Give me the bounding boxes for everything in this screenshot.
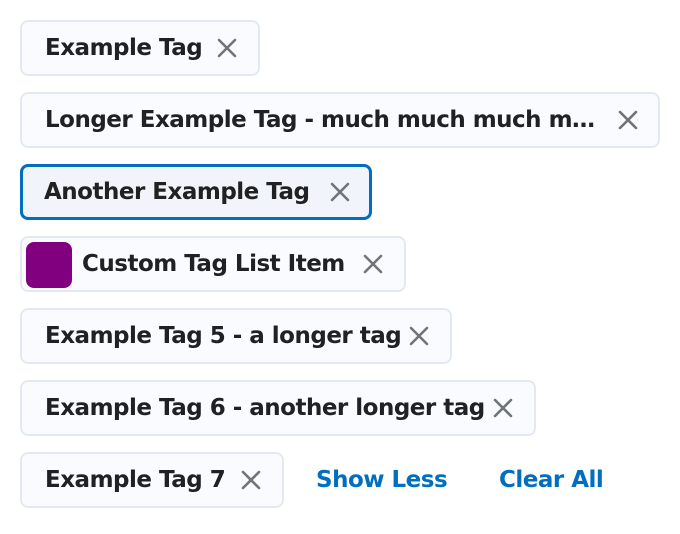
tag-label: Another Example Tag (44, 179, 310, 205)
tag-label: Example Tag 7 (45, 467, 226, 493)
close-icon[interactable] (326, 178, 354, 206)
tag-label: Example Tag (45, 35, 203, 61)
tag-list-item[interactable]: Example Tag (20, 20, 260, 76)
close-icon[interactable] (405, 322, 433, 350)
tag-list-item[interactable]: Example Tag 7 (20, 452, 284, 508)
close-icon[interactable] (614, 106, 642, 134)
tag-list-item[interactable]: Example Tag 5 - a longer tag (20, 308, 452, 364)
tag-list-item[interactable]: Example Tag 6 - another longer tag (20, 380, 536, 436)
close-icon[interactable] (237, 466, 265, 494)
tag-label: Custom Tag List Item (82, 251, 345, 277)
close-icon[interactable] (213, 34, 241, 62)
tag-label: Example Tag 5 - a longer tag (45, 323, 402, 349)
tag-label: Longer Example Tag - much much much much… (45, 107, 601, 133)
show-less-button[interactable]: Show Less (316, 458, 448, 502)
close-icon[interactable] (489, 394, 517, 422)
tag-list-item[interactable]: Another Example Tag (20, 164, 372, 220)
close-icon[interactable] (359, 250, 387, 278)
tag-list-item[interactable]: Longer Example Tag - much much much much… (20, 92, 660, 148)
clear-all-button[interactable]: Clear All (499, 458, 604, 502)
tag-label: Example Tag 6 - another longer tag (45, 395, 485, 421)
color-swatch (26, 242, 72, 288)
tag-list-item[interactable]: Custom Tag List Item (20, 236, 406, 292)
